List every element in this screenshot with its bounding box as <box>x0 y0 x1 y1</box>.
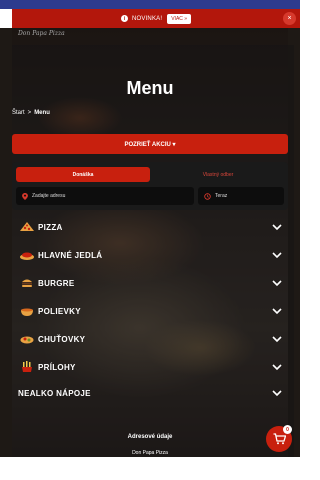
chevron-down-icon <box>272 224 282 231</box>
side-dish-icon <box>18 360 36 374</box>
chevron-down-icon <box>272 336 282 343</box>
chevron-down-icon <box>272 252 282 259</box>
breadcrumb-separator: > <box>27 110 32 116</box>
category-label: NEALKO NÁPOJE <box>18 388 91 398</box>
chevron-down-icon <box>272 364 282 371</box>
category-side-dishes[interactable]: PRÍLOHY <box>12 354 288 380</box>
category-label: PIZZA <box>38 222 63 232</box>
category-pizza[interactable]: PIZZA <box>12 214 288 240</box>
chevron-down-icon <box>272 308 282 315</box>
burger-icon <box>18 276 36 290</box>
chevron-down-icon <box>272 280 282 287</box>
order-options: Donáška Vlastný odber Zadajte adresu Ter… <box>12 162 288 210</box>
category-main-dishes[interactable]: HLAVNÉ JEDLÁ <box>12 242 288 268</box>
tab-pickup[interactable]: Vlastný odber <box>152 167 284 182</box>
breadcrumb-home[interactable]: Štart <box>12 110 25 116</box>
snack-icon <box>18 332 36 346</box>
more-button[interactable]: VIAC » <box>167 13 192 24</box>
category-burgers[interactable]: BURGRE <box>12 270 288 296</box>
category-snacks[interactable]: CHUŤOVKY <box>12 326 288 352</box>
main-dish-icon <box>18 248 36 262</box>
category-label: HLAVNÉ JEDLÁ <box>38 250 103 260</box>
soup-icon <box>18 304 36 318</box>
page-title: Menu <box>126 78 174 98</box>
category-label: POLIEVKY <box>38 306 81 316</box>
category-soups[interactable]: POLIEVKY <box>12 298 288 324</box>
time-field[interactable]: Teraz <box>198 187 284 205</box>
notice-text: NOVINKA! <box>131 15 163 22</box>
pizza-icon <box>18 220 36 234</box>
logo[interactable]: Don Papa Pizza <box>18 30 65 37</box>
address-title: Adresové údaje <box>127 434 173 440</box>
restaurant-name: Don Papa Pizza <box>132 450 168 456</box>
cart-icon <box>273 433 286 445</box>
address-field[interactable]: Zadajte adresu <box>16 187 194 205</box>
breadcrumb: Štart > Menu <box>12 110 50 116</box>
time-value: Teraz <box>215 193 228 199</box>
location-pin-icon <box>22 192 28 200</box>
clock-icon <box>204 192 211 200</box>
category-soft-drinks[interactable]: NEALKO NÁPOJE <box>12 380 288 406</box>
bottom-bar <box>0 457 300 480</box>
chevron-down-icon <box>272 390 282 397</box>
tab-delivery[interactable]: Donáška <box>16 167 150 182</box>
top-strip <box>0 0 300 9</box>
category-label: PRÍLOHY <box>38 362 76 372</box>
breadcrumb-current: Menu <box>34 110 50 116</box>
info-icon: i <box>120 15 128 22</box>
cart-count-badge: 0 <box>283 425 292 434</box>
address-placeholder: Zadajte adresu <box>32 193 66 199</box>
notice-banner: i NOVINKA! VIAC » × <box>12 9 300 28</box>
category-label: CHUŤOVKY <box>38 334 86 344</box>
view-promo-button[interactable]: POZRIEŤ AKCIU ▾ <box>12 134 288 154</box>
close-notice-button[interactable]: × <box>283 12 296 25</box>
category-label: BURGRE <box>38 278 75 288</box>
